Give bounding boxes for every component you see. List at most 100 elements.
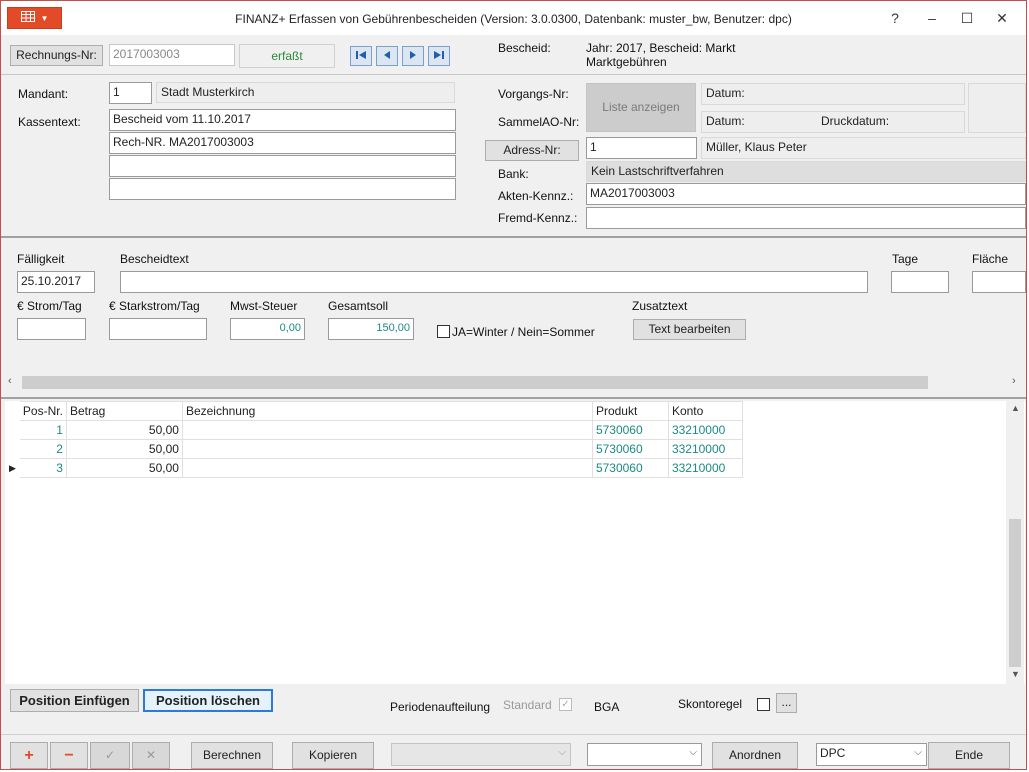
bescheid-line2: Marktgebühren [586, 55, 667, 69]
ende-button[interactable]: Ende [928, 742, 1010, 769]
mwst-field[interactable]: 0,00 [230, 318, 305, 340]
cancel-button[interactable]: ✕ [132, 742, 170, 769]
mandant-nr-field[interactable]: 1 [109, 82, 152, 104]
betrag-cell[interactable]: 50,00 [65, 439, 183, 459]
scrollbar-thumb[interactable] [1009, 519, 1021, 667]
scroll-up-icon[interactable]: ▲ [1011, 403, 1020, 413]
bezeichnung-cell[interactable] [181, 458, 593, 478]
fremd-kennz-field[interactable] [586, 207, 1026, 229]
datum-2-label: Datum: [706, 114, 745, 128]
standard-checkbox[interactable]: ✓ [559, 698, 572, 711]
tage-field[interactable] [891, 271, 949, 293]
pos-cell[interactable]: 2 [18, 439, 67, 459]
kassentext-line-3[interactable] [109, 155, 456, 177]
skontoregel-checkbox[interactable] [757, 698, 770, 711]
kopieren-button[interactable]: Kopieren [292, 742, 374, 769]
confirm-button[interactable]: ✓ [90, 742, 130, 769]
previous-record-button[interactable] [376, 46, 398, 66]
pos-cell[interactable]: 1 [18, 420, 67, 440]
bezeichnung-cell[interactable] [181, 420, 593, 440]
column-header[interactable]: Konto [667, 401, 743, 421]
table-row[interactable]: 2 50,00 5730060 33210000 [5, 439, 743, 459]
flaeche-field[interactable] [972, 271, 1026, 293]
betrag-cell[interactable]: 50,00 [65, 420, 183, 440]
konto-cell[interactable]: 33210000 [667, 420, 743, 440]
position-einfuegen-button[interactable]: Position Einfügen [10, 689, 139, 712]
konto-cell[interactable]: 33210000 [667, 439, 743, 459]
user-dropdown[interactable]: DPC ⌵ [816, 743, 927, 766]
last-record-button[interactable] [428, 46, 450, 66]
scroll-right-icon[interactable]: › [1012, 375, 1016, 387]
previous-icon [382, 49, 392, 63]
produkt-cell[interactable]: 5730060 [591, 420, 669, 440]
mwst-label: Mwst-Steuer [230, 299, 298, 313]
rechnungs-nr-field[interactable]: 2017003003 [109, 44, 235, 66]
kassentext-line-2[interactable]: Rech-NR. MA2017003003 [109, 132, 456, 154]
akten-kennz-field[interactable]: MA2017003003 [586, 183, 1026, 205]
first-record-button[interactable] [350, 46, 372, 66]
bescheidtext-field[interactable] [120, 271, 868, 293]
produkt-cell[interactable]: 5730060 [591, 439, 669, 459]
gesamtsoll-field[interactable]: 150,00 [328, 318, 414, 340]
column-header[interactable]: Betrag [65, 401, 183, 421]
table-row[interactable]: ▶ 3 50,00 5730060 33210000 [5, 458, 743, 478]
scrollbar-thumb[interactable] [22, 376, 928, 389]
winter-checkbox[interactable] [437, 325, 450, 338]
positions-grid: Pos-Nr. Betrag Bezeichnung Produkt Konto… [5, 401, 1025, 684]
status-badge: erfaßt [239, 44, 335, 68]
datum-1-label: Datum: [706, 86, 745, 100]
starkstrom-field[interactable] [109, 318, 207, 340]
text-bearbeiten-button[interactable]: Text bearbeiten [633, 319, 746, 340]
add-button[interactable]: + [10, 742, 48, 769]
divider [1, 397, 1026, 399]
vertical-scrollbar[interactable]: ▲ ▼ [1006, 401, 1024, 684]
chevron-down-icon: ⌵ [689, 747, 697, 758]
adress-name: Müller, Klaus Peter [701, 137, 1026, 159]
kassentext-line-1[interactable]: Bescheid vom 11.10.2017 [109, 109, 456, 131]
divider [1, 734, 1026, 735]
faelligkeit-field[interactable]: 25.10.2017 [17, 271, 95, 293]
scroll-down-icon[interactable]: ▼ [1011, 669, 1020, 679]
minimize-button[interactable]: – [917, 7, 947, 29]
bezeichnung-cell[interactable] [181, 439, 593, 459]
liste-anzeigen-button[interactable]: Liste anzeigen [586, 83, 696, 132]
secondary-dropdown[interactable]: ⌵ [587, 743, 702, 766]
anordnen-button[interactable]: Anordnen [712, 742, 798, 769]
strom-field[interactable] [17, 318, 86, 340]
help-button[interactable]: ? [880, 7, 910, 29]
bank-label: Bank: [498, 167, 529, 181]
produkt-cell[interactable]: 5730060 [591, 458, 669, 478]
action-dropdown[interactable]: ⌵ [391, 743, 571, 766]
winter-label: JA=Winter / Nein=Sommer [452, 325, 595, 339]
periodenaufteilung-label: Periodenaufteilung [390, 700, 491, 714]
pos-cell[interactable]: 3 [18, 458, 67, 478]
bescheid-label: Bescheid: [498, 41, 551, 55]
column-header[interactable]: Produkt [591, 401, 669, 421]
skontoregel-more-button[interactable]: ... [776, 693, 797, 713]
adress-nr-field[interactable]: 1 [586, 137, 697, 159]
datum-2: Datum: Druckdatum: [701, 111, 965, 133]
zusatztext-label: Zusatztext [632, 299, 688, 313]
row-indicator-icon: ▶ [5, 458, 20, 478]
berechnen-button[interactable]: Berechnen [191, 742, 273, 769]
close-button[interactable]: ✕ [987, 7, 1017, 29]
adress-nr-button[interactable]: Adress-Nr: [485, 140, 579, 161]
scroll-left-icon[interactable]: ‹ [8, 375, 12, 387]
kassentext-line-4[interactable] [109, 178, 456, 200]
next-record-button[interactable] [402, 46, 424, 66]
mandant-label: Mandant: [18, 87, 69, 101]
remove-button[interactable]: − [50, 742, 88, 769]
tage-label: Tage [892, 252, 919, 266]
sammelao-nr-label: SammelAO-Nr: [498, 115, 580, 129]
last-icon [433, 49, 445, 63]
horizontal-scrollbar[interactable]: ‹ › [5, 374, 1025, 391]
akten-kennz-label: Akten-Kennz.: [498, 189, 574, 203]
column-header[interactable]: Bezeichnung [181, 401, 593, 421]
table-row[interactable]: 1 50,00 5730060 33210000 [5, 420, 743, 440]
maximize-button[interactable]: ☐ [952, 7, 982, 29]
column-header[interactable]: Pos-Nr. [18, 401, 67, 421]
position-loeschen-button[interactable]: Position löschen [143, 689, 273, 712]
rechnungs-nr-button[interactable]: Rechnungs-Nr: [10, 45, 103, 66]
betrag-cell[interactable]: 50,00 [65, 458, 183, 478]
konto-cell[interactable]: 33210000 [667, 458, 743, 478]
